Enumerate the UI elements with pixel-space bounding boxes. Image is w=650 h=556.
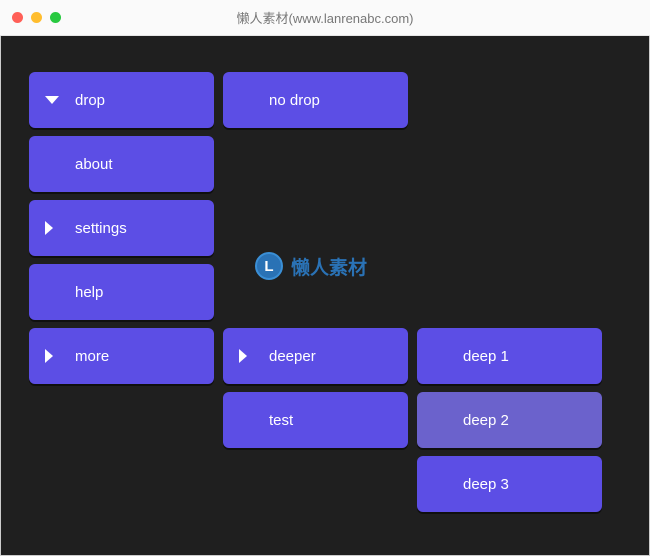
menu-label: deeper: [269, 348, 316, 365]
menu-label: settings: [75, 220, 127, 237]
menu-about[interactable]: about: [29, 136, 214, 192]
menu-label: about: [75, 156, 113, 173]
watermark-text: 懒人素材: [291, 253, 367, 280]
menu-label: deep 3: [463, 476, 509, 493]
menu-label: deep 2: [463, 412, 509, 429]
menu-label: test: [269, 412, 293, 429]
close-icon[interactable]: [12, 12, 23, 23]
window-titlebar: 懒人素材(www.lanrenabc.com): [0, 0, 650, 36]
watermark-logo-icon: L: [255, 252, 283, 280]
menu-more[interactable]: more: [29, 328, 214, 384]
zoom-icon[interactable]: [50, 12, 61, 23]
chevron-right-icon: [239, 349, 247, 363]
menu-deep-3[interactable]: deep 3: [417, 456, 602, 512]
menu-label: drop: [75, 92, 105, 109]
minimize-icon[interactable]: [31, 12, 42, 23]
window-title: 懒人素材(www.lanrenabc.com): [0, 8, 650, 27]
menu-settings[interactable]: settings: [29, 200, 214, 256]
menu-test[interactable]: test: [223, 392, 408, 448]
menu-drop[interactable]: drop: [29, 72, 214, 128]
chevron-right-icon: [45, 349, 53, 363]
demo-stage: drop about settings help more no drop de…: [0, 36, 650, 556]
menu-deep-1[interactable]: deep 1: [417, 328, 602, 384]
chevron-right-icon: [45, 221, 53, 235]
menu-no-drop[interactable]: no drop: [223, 72, 408, 128]
chevron-down-icon: [45, 96, 59, 104]
menu-deeper[interactable]: deeper: [223, 328, 408, 384]
menu-deep-2[interactable]: deep 2: [417, 392, 602, 448]
menu-label: deep 1: [463, 348, 509, 365]
menu-label: help: [75, 284, 103, 301]
menu-label: no drop: [269, 92, 320, 109]
menu-help[interactable]: help: [29, 264, 214, 320]
menu-label: more: [75, 348, 109, 365]
traffic-lights: [12, 12, 61, 23]
watermark: L 懒人素材: [255, 252, 367, 280]
